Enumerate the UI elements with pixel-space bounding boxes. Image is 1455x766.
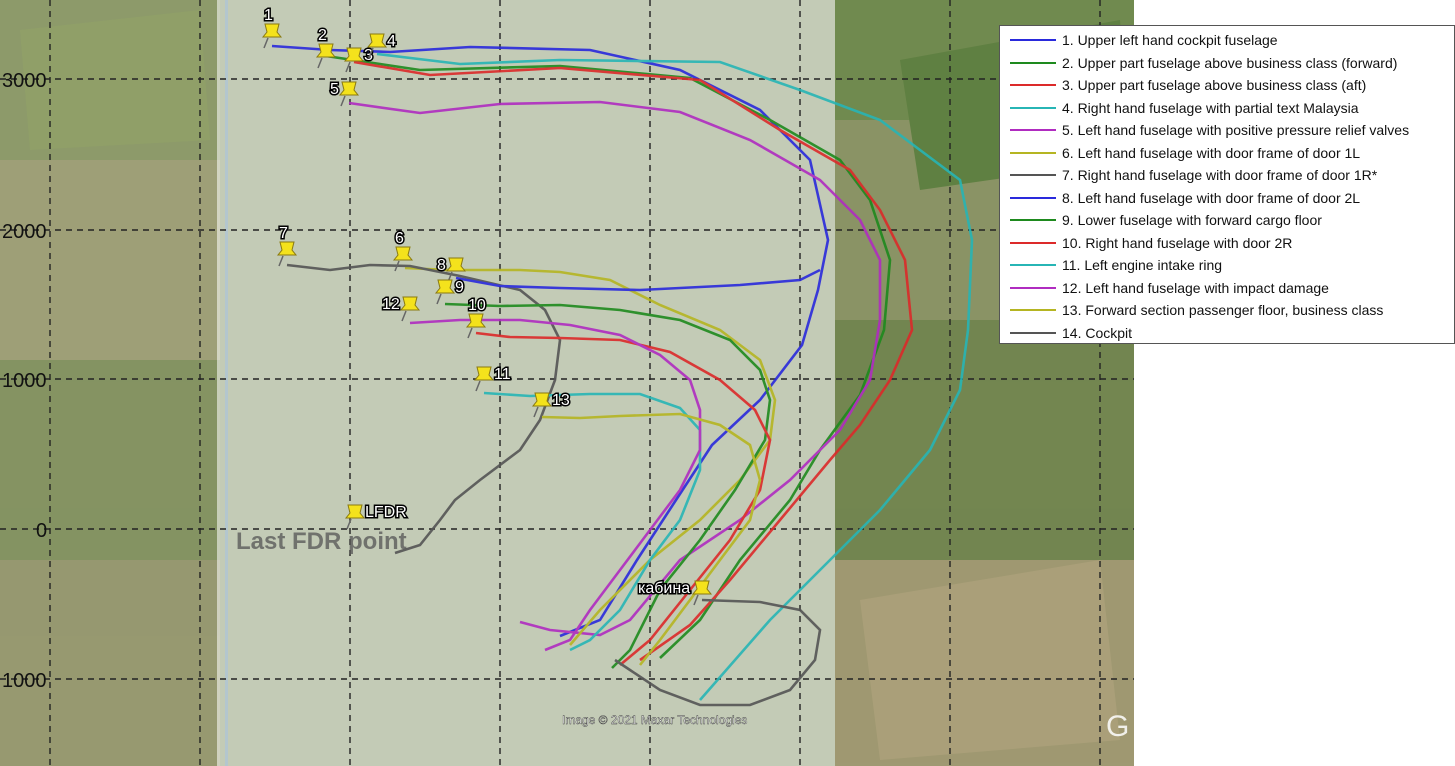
- pin-label: 8: [437, 257, 446, 274]
- legend-swatch: [1010, 106, 1056, 109]
- legend-label: 8. Left hand fuselage with door frame of…: [1062, 189, 1361, 206]
- legend-label: 3. Upper part fuselage above business cl…: [1062, 77, 1367, 93]
- legend-label: 10. Right hand fuselage with door 2R: [1062, 234, 1293, 251]
- map-view[interactable]: 3000 2000 1000 0 1000 Last FDR point Ima…: [0, 0, 1134, 766]
- legend-swatch: [1010, 129, 1056, 131]
- pin-label: 4: [387, 33, 396, 50]
- y-tick-label: 3000: [2, 70, 47, 92]
- pin-label: 2: [318, 27, 327, 44]
- legend-swatch: [1010, 84, 1056, 86]
- legend-label: 5. Left hand fuselage with positive pres…: [1062, 122, 1410, 138]
- legend-label: 13. Forward section passenger floor, bus…: [1062, 302, 1384, 318]
- y-tick-label: 1000: [2, 370, 47, 392]
- legend-label: 1. Upper left hand cockpit fuselage: [1062, 32, 1278, 48]
- y-tick-label: 2000: [2, 221, 47, 243]
- google-logo: G: [1106, 710, 1129, 743]
- pin-label: кабина: [638, 580, 690, 597]
- legend-label: 7. Right hand fuselage with door frame o…: [1062, 167, 1378, 183]
- legend-label: 4. Right hand fuselage with partial text…: [1062, 99, 1359, 116]
- legend-swatch: [1010, 309, 1056, 311]
- legend-swatch: [1010, 39, 1056, 41]
- imagery-attribution: Image © 2021 Maxar Technologies: [562, 713, 747, 727]
- legend-label: 6. Left hand fuselage with door frame of…: [1062, 144, 1361, 161]
- last-fdr-label: Last FDR point: [236, 528, 407, 555]
- legend-swatch: [1010, 219, 1056, 221]
- legend-swatch: [1010, 264, 1056, 266]
- legend-swatch: [1010, 331, 1056, 334]
- pin-label: 13: [552, 392, 570, 409]
- legend-swatch: [1010, 286, 1056, 289]
- pin-label: 10: [468, 297, 486, 314]
- legend-label: 2. Upper part fuselage above business cl…: [1062, 54, 1398, 71]
- pin-label: 11: [494, 366, 511, 383]
- pin-label: 6: [395, 230, 404, 247]
- boundary-line: [225, 0, 228, 766]
- legend-swatch: [1010, 196, 1056, 199]
- legend-label: 12. Left hand fuselage with impact damag…: [1062, 279, 1329, 296]
- legend-swatch: [1010, 151, 1056, 154]
- legend: 1. Upper left hand cockpit fuselage 2. Up…: [999, 25, 1455, 344]
- pin-label: 5: [330, 81, 339, 98]
- y-tick-label: 0: [36, 520, 47, 542]
- satellite-map[interactable]: 3000 2000 1000 0 1000 Last FDR point Ima…: [0, 0, 1134, 766]
- y-tick-label: 1000: [2, 670, 47, 692]
- legend-label: 14. Cockpit: [1062, 324, 1133, 341]
- legend-swatch: [1010, 61, 1056, 64]
- legend-swatch: [1010, 174, 1056, 176]
- legend-label: 9. Lower fuselage with forward cargo flo…: [1062, 212, 1322, 228]
- pin-label: 12: [382, 296, 400, 313]
- pin-label: LFDR: [365, 504, 407, 521]
- pin-label: 1: [264, 7, 273, 24]
- legend-swatch: [1010, 241, 1056, 244]
- pin-label: 9: [455, 279, 464, 296]
- pin-label: 7: [279, 225, 288, 242]
- legend-label: 11. Left engine intake ring: [1062, 257, 1223, 273]
